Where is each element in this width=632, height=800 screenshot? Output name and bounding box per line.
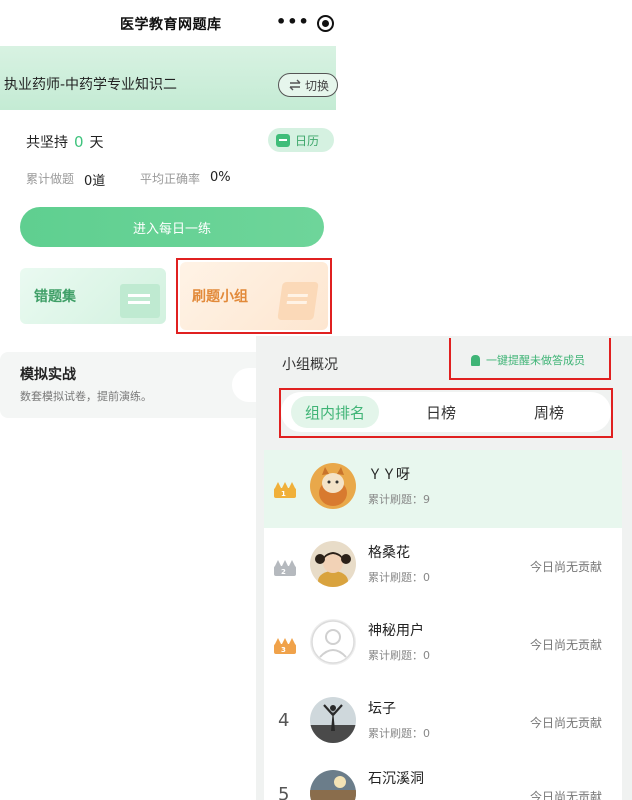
rank-number: 4 (278, 710, 290, 731)
swap-arrows-icon (289, 79, 301, 91)
switch-course-label: 切换 (305, 78, 330, 93)
ranking-row[interactable]: 4 坛子 累计刷题：0 今日尚无贡献 (264, 684, 622, 762)
silver-crown-icon: 2 (274, 558, 296, 576)
member-name: ＹＹ呀 (368, 467, 410, 483)
avatar (310, 697, 356, 743)
wrong-questions-card[interactable]: 错题集 (20, 268, 166, 324)
calendar-button[interactable]: 日历 (268, 128, 334, 152)
calendar-icon (276, 133, 290, 147)
course-bar: 执业药师-中药学专业知识二 切换 (0, 46, 338, 110)
top-bar: 医学教育网题库 ••• (0, 0, 336, 46)
accuracy-stat: 平均正确率 0% (140, 170, 231, 187)
document-icon (120, 284, 160, 318)
accuracy-label: 平均正确率 (140, 172, 201, 186)
avatar (310, 619, 356, 665)
today-contribution: 今日尚无贡献 (530, 638, 603, 652)
wrong-questions-title: 错题集 (34, 289, 76, 305)
avatar (310, 463, 356, 509)
bronze-crown-icon: 3 (274, 636, 296, 654)
gold-crown-icon: 1 (274, 480, 296, 498)
persist-days-row: 共坚持 0 天 (26, 132, 104, 152)
calendar-label: 日历 (295, 133, 320, 148)
member-total-count: 累计刷题：0 (368, 727, 430, 740)
member-name: 坛子 (368, 701, 396, 717)
today-contribution: 今日尚无贡献 (530, 790, 603, 800)
total-questions-stat: 累计做题 0道 (26, 170, 105, 189)
app-title: 医学教育网题库 (120, 17, 222, 33)
rank-number: 1 (281, 490, 286, 498)
member-name: 石沉溪洞 (368, 771, 424, 787)
persist-prefix: 共坚持 (26, 135, 68, 151)
more-menu-icon[interactable]: ••• (276, 12, 310, 31)
ranking-row[interactable]: 1 ＹＹ呀 累计刷题：9 (264, 450, 622, 528)
daily-practice-button[interactable]: 进入每日一练 (20, 207, 324, 247)
highlight-study-group (176, 258, 332, 334)
persist-days-value: 0 (74, 133, 84, 151)
ranking-row[interactable]: 2 格桑花 累计刷题：0 今日尚无贡献 (264, 528, 622, 606)
stats-card: 共坚持 0 天 日历 累计做题 0道 平均正确率 0% (6, 110, 336, 210)
ranking-list: 1 ＹＹ呀 累计刷题：9 2 格桑花 累计刷题：0 今日尚无贡献 3 神秘用户 … (264, 450, 622, 800)
avatar (310, 541, 356, 587)
rank-number: 5 (278, 784, 290, 800)
rank-number: 2 (281, 568, 286, 576)
persist-suffix: 天 (89, 135, 104, 151)
member-total-count: 累计刷题：0 (368, 571, 430, 584)
highlight-ranking-tabs (279, 388, 613, 438)
mock-exam-title: 模拟实战 (20, 367, 76, 383)
course-name: 执业药师-中药学专业知识二 (4, 77, 178, 93)
close-miniprogram-icon[interactable] (317, 15, 334, 32)
total-questions-label: 累计做题 (26, 172, 75, 186)
switch-course-button[interactable]: 切换 (278, 73, 338, 97)
highlight-remind-button (449, 338, 611, 380)
ranking-row[interactable]: 5 石沉溪洞 今日尚无贡献 (264, 762, 622, 800)
mock-exam-card[interactable]: 模拟实战 数套模拟试卷，提前演练。 (0, 352, 272, 418)
group-overview-panel: 小组概况 一键提醒未做答成员 组内排名 日榜 周榜 1 ＹＹ呀 累计刷题：9 2… (256, 336, 632, 800)
rank-number: 3 (281, 646, 286, 654)
member-total-count: 累计刷题：9 (368, 493, 430, 506)
today-contribution: 今日尚无贡献 (530, 716, 603, 730)
member-total-count: 累计刷题：0 (368, 649, 430, 662)
member-name: 格桑花 (368, 545, 410, 561)
ranking-row[interactable]: 3 神秘用户 累计刷题：0 今日尚无贡献 (264, 606, 622, 684)
mock-exam-subtitle: 数套模拟试卷，提前演练。 (20, 390, 152, 403)
total-questions-value: 0道 (84, 174, 106, 189)
accuracy-value: 0% (210, 170, 231, 185)
today-contribution: 今日尚无贡献 (530, 560, 603, 574)
group-overview-title: 小组概况 (282, 357, 338, 373)
avatar (310, 770, 356, 800)
member-name: 神秘用户 (368, 623, 424, 639)
